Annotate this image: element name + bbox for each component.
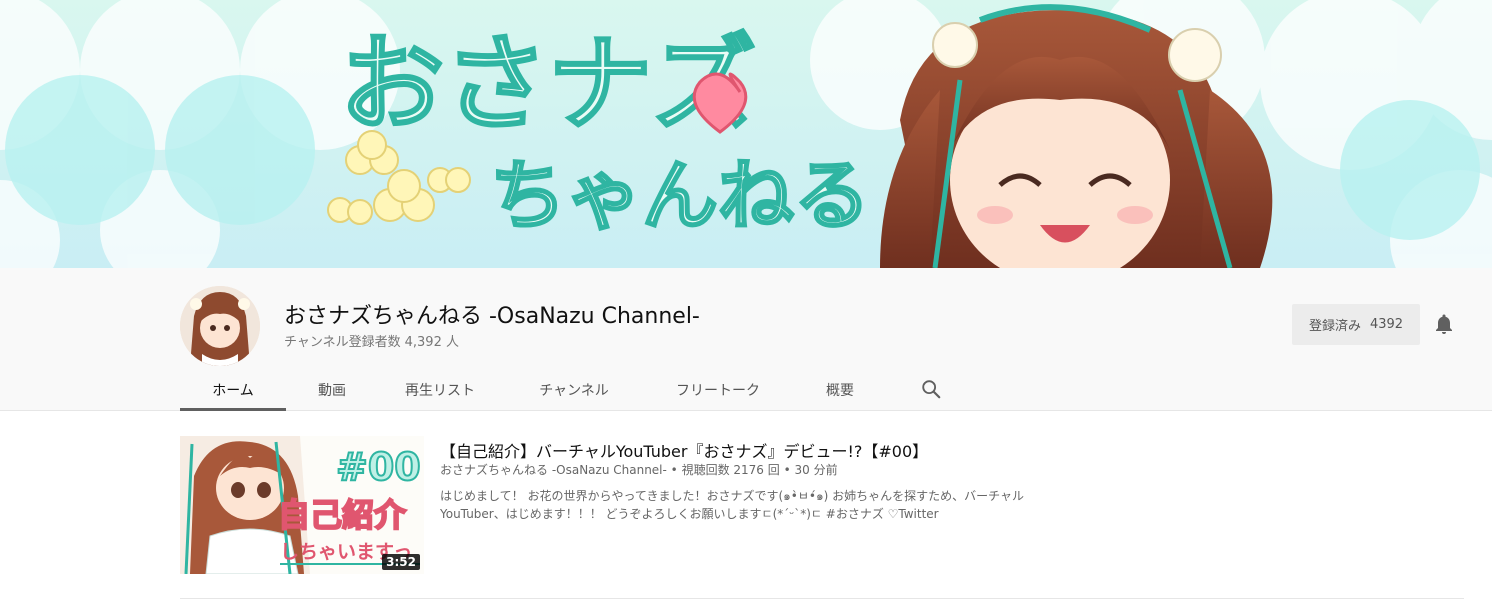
video-views: 視聴回数 2176 回 [681,463,780,477]
svg-text:ちゃんねる: ちゃんねる [490,151,870,240]
avatar-image [180,286,260,366]
tab-channels[interactable]: チャンネル [526,368,622,411]
video-meta: おさナズちゃんねる -OsaNazu Channel- • 視聴回数 2176 … [440,461,838,478]
subscriber-number: 4,392 人 [404,335,459,350]
svg-text:おさナズ: おさナズ [340,23,756,145]
tab-about[interactable]: 概要 [810,368,870,411]
meta-separator: • [783,463,791,477]
video-title[interactable]: 【自己紹介】バーチャルYouTuber『おさナズ』デビュー!?【#00】 [440,438,928,462]
video-thumbnail[interactable]: #00 自己紹介 しちゃいますっ 3:52 [180,436,424,574]
meta-separator: • [670,463,678,477]
tab-home[interactable]: ホーム [180,368,286,411]
svg-text:#00: #00 [336,445,421,489]
tab-videos[interactable]: 動画 [300,368,364,411]
channel-avatar[interactable] [180,286,260,366]
subscribed-count: 4392 [1369,317,1404,332]
video-duration: 3:52 [382,554,420,570]
banner-artwork: おさナズ ちゃんねる [0,0,1492,268]
section-divider [180,598,1464,599]
bell-icon[interactable] [1432,312,1456,336]
subscribed-label: 登録済み [1308,319,1361,334]
svg-text:自己紹介: 自己紹介 [278,496,407,534]
channel-title: おさナズちゃんねる -OsaNazu Channel- [284,304,700,329]
video-age: 30 分前 [794,463,838,477]
subscriber-count: チャンネル登録者数 4,392 人 [284,331,463,350]
channel-banner: おさナズ ちゃんねる [0,0,1492,268]
video-channel-link[interactable]: おさナズちゃんねる -OsaNazu Channel- [440,463,667,477]
subscriber-label: チャンネル登録者数 [284,335,401,350]
subscribed-button[interactable]: 登録済み 4392 [1292,304,1420,345]
tab-discussion[interactable]: フリートーク [660,368,776,411]
search-icon[interactable] [920,378,942,400]
video-description: はじめまして！ お花の世界からやってきました！おさナズです(๑•̀ㅂ•́๑) お… [440,489,1024,521]
tab-playlists[interactable]: 再生リスト [392,368,488,411]
